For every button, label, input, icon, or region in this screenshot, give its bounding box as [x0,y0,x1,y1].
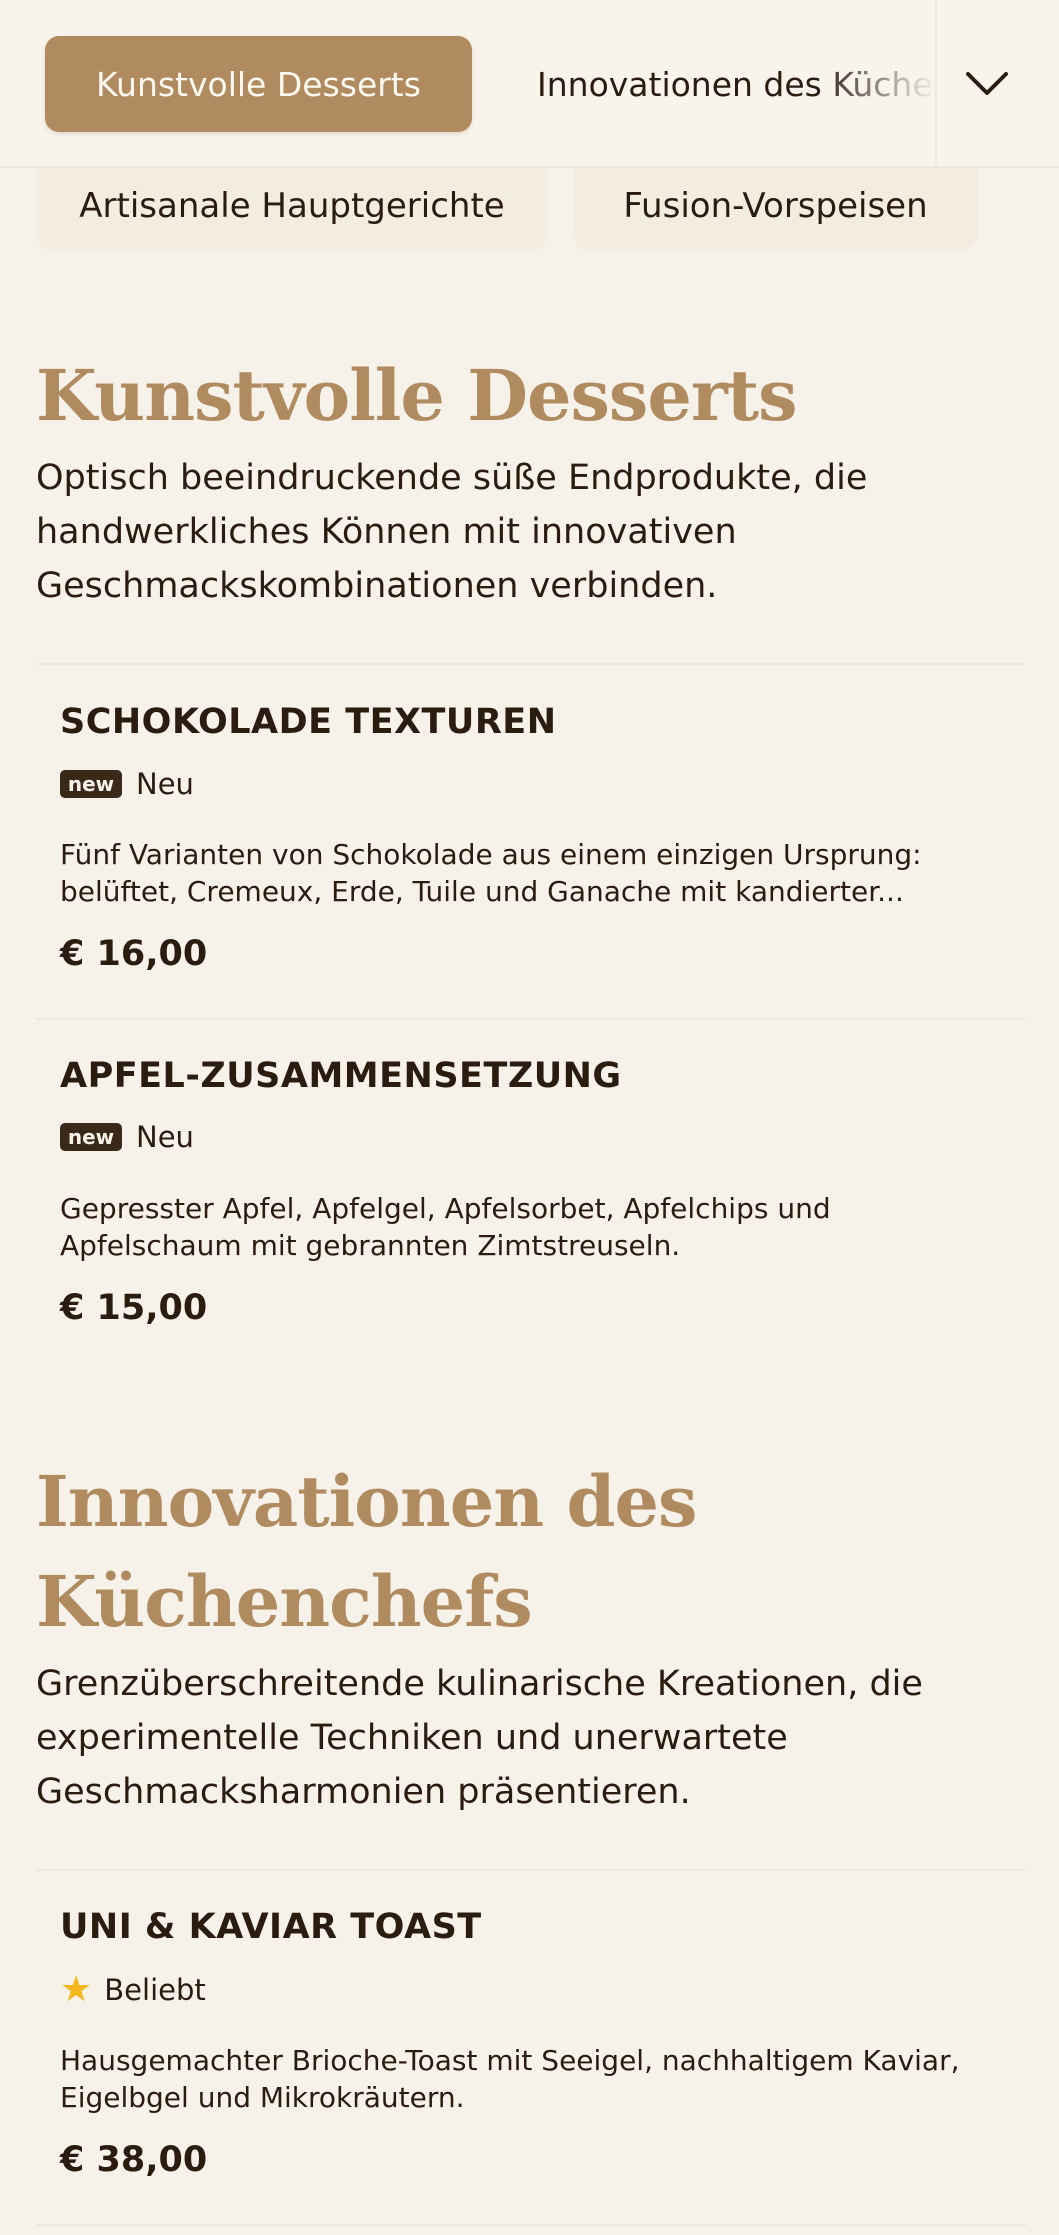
section-description: Optisch beeindruckende süße Endprodukte,… [36,458,868,606]
chevron-down-icon [966,72,1008,95]
divider [36,1018,1026,1020]
item-name: APFEL-ZUSAMMENSETZUNG [60,1056,622,1096]
item-description: Hausgemachter Brioche-Toast mit Seeigel,… [60,2044,960,2114]
star-icon: ★ [60,1969,93,2010]
divider [36,663,1026,665]
divider [36,1869,1026,1871]
expand-categories-button[interactable] [950,44,1024,124]
badge-label: Neu [136,1120,194,1154]
divider [36,2224,1026,2226]
tab-innovationen-des-kuechenchefs[interactable]: Innovationen des Küchenchefs [537,36,937,132]
section-title-line: Küchenchefs [36,1560,533,1643]
item-description: Gepresster Apfel, Apfelgel, Apfelsorbet,… [60,1192,831,1262]
item-price: € 16,00 [60,934,208,974]
tab-kunstvolle-desserts[interactable]: Kunstvolle Desserts [45,36,472,132]
nav-divider [935,0,937,166]
item-description: Fünf Varianten von Schokolade aus einem … [60,838,922,908]
section-title-line: Innovationen des [36,1460,697,1543]
item-badge: ★ Beliebt [60,1970,206,2010]
section-description: Grenzüberschreitende kulinarische Kreati… [36,1664,923,1812]
item-price: € 15,00 [60,1288,208,1328]
badge-label: Neu [136,767,194,801]
section-title: Innovationen des Küchenchefs [36,1452,697,1652]
new-badge: new [60,1123,122,1151]
badge-label: Beliebt [104,1973,206,2007]
item-name: SCHOKOLADE TEXTUREN [60,702,557,742]
item-name: UNI & KAVIAR TOAST [60,1907,482,1947]
item-badge: new Neu [60,1117,194,1157]
category-nav: Kunstvolle Desserts Innovationen des Küc… [0,0,1059,168]
tab-label: Innovationen des Küchenchefs [537,64,937,104]
item-price: € 38,00 [60,2140,208,2180]
item-badge: new Neu [60,764,194,804]
section-title: Kunstvolle Desserts [36,354,798,437]
new-badge: new [60,770,122,798]
